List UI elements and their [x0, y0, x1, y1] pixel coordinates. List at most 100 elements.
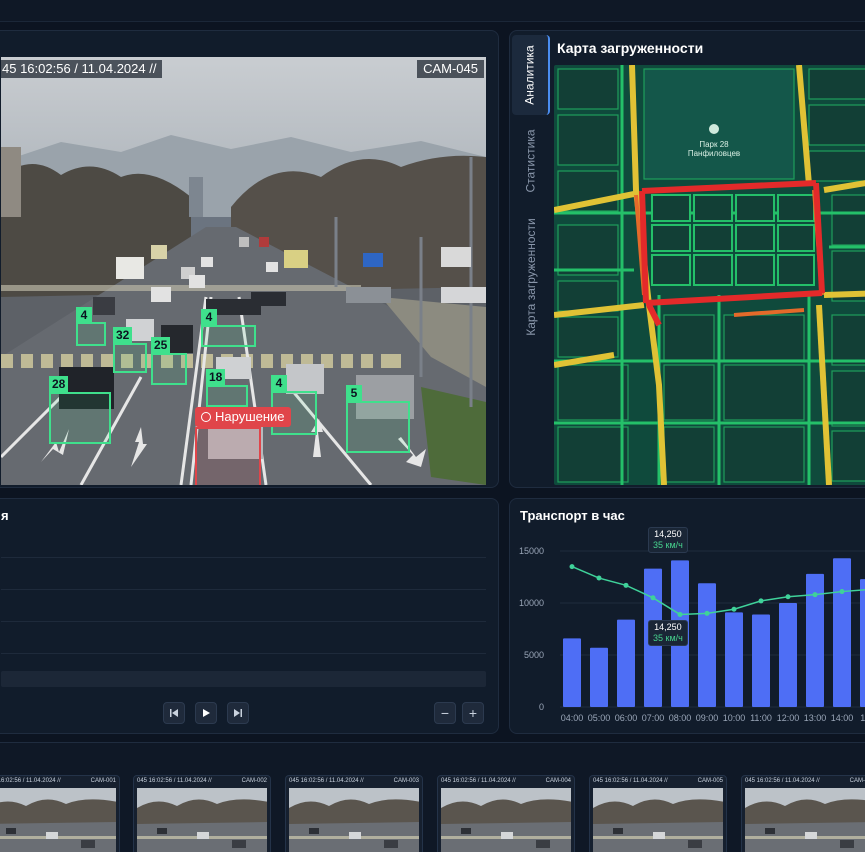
x-tick-label: 15:0	[860, 713, 865, 723]
detection-box[interactable]	[201, 325, 256, 347]
detection-box[interactable]	[76, 322, 106, 346]
tooltip-mid: 14,250 35 км/ч	[648, 620, 688, 646]
bar	[563, 638, 581, 707]
park-label-2: Панфиловцев	[688, 149, 740, 158]
detection-box[interactable]	[113, 343, 147, 373]
video-feed[interactable]: 45 16:02:56 / 11.04.2024 // CAM-045 4 32…	[1, 57, 486, 485]
camera-card-id: CAM-004	[545, 778, 571, 784]
skip-forward-icon	[234, 709, 242, 717]
tab-statistics[interactable]: Статистика	[512, 121, 550, 201]
camera-card-header: 045 16:02:56 / 11.04.2024 // CAM-006	[742, 776, 865, 787]
tab-analytics[interactable]: Аналитика	[512, 35, 550, 115]
camera-card-header: 045 16:02:56 / 11.04.2024 // CAM-002	[134, 776, 270, 787]
detection-id: 4	[271, 375, 287, 391]
video-timestamp: 45 16:02:56 / 11.04.2024 //	[1, 60, 163, 78]
camera-card-header: 045 16:02:56 / 11.04.2024 // CAM-003	[286, 776, 422, 787]
camera-thumbnail	[289, 788, 419, 852]
detection-id: 25	[151, 337, 171, 353]
play-icon	[203, 709, 210, 717]
detection-box[interactable]	[151, 353, 187, 385]
map-title: Карта загруженности	[557, 40, 704, 56]
camera-card[interactable]: 045 16:02:56 / 11.04.2024 // CAM-002CAM-0…	[133, 775, 271, 852]
x-tick-label: 06:00	[615, 713, 638, 723]
camera-card-stamp: 045 16:02:56 / 11.04.2024 //	[0, 778, 61, 784]
bar	[833, 558, 851, 707]
chart-panel: Транспорт в час 0 5000 10000 15000 04:00 05:0…	[509, 498, 865, 734]
camera-thumbnail	[441, 788, 571, 852]
camera-card-id: CAM-002	[241, 778, 267, 784]
bar	[752, 614, 770, 707]
x-tick-label: 04:00	[561, 713, 584, 723]
bar	[860, 579, 865, 707]
grid-line	[1, 621, 486, 622]
detection-id: 18	[206, 369, 226, 385]
y-tick-label: 0	[539, 702, 544, 712]
line-point	[596, 575, 602, 581]
detection-id: 28	[49, 376, 69, 392]
line-point	[623, 582, 629, 588]
violation-tag[interactable]: Нарушение	[195, 407, 291, 427]
x-tick-label: 07:00	[642, 713, 665, 723]
x-tick-label: 12:00	[777, 713, 800, 723]
camera-thumbnail	[593, 788, 723, 852]
x-tick-label: 10:00	[723, 713, 746, 723]
camera-thumbnail	[745, 788, 865, 852]
no-entry-icon	[201, 412, 211, 422]
camera-card-id: CAM-003	[393, 778, 419, 784]
bar	[779, 603, 797, 707]
tooltip-top: 14,250 35 км/ч	[648, 527, 688, 553]
timeline-scrubber[interactable]	[1, 671, 486, 687]
bar	[725, 612, 743, 707]
detection-id: 32	[113, 327, 133, 343]
tab-congestion-map[interactable]: Карта загруженности	[512, 207, 550, 347]
x-tick-label: 05:00	[588, 713, 611, 723]
video-panel: 45 16:02:56 / 11.04.2024 // CAM-045 4 32…	[0, 30, 499, 488]
detection-box[interactable]	[346, 401, 410, 453]
line-point	[569, 564, 575, 570]
camera-card-stamp: 045 16:02:56 / 11.04.2024 //	[441, 778, 516, 784]
line-point	[677, 611, 683, 617]
camera-card[interactable]: 045 16:02:56 / 11.04.2024 // CAM-001CAM-0…	[0, 775, 120, 852]
next-button[interactable]	[227, 702, 249, 724]
camera-card-id: CAM-005	[697, 778, 723, 784]
detection-box[interactable]	[49, 392, 111, 444]
prev-button[interactable]	[163, 702, 185, 724]
camera-card[interactable]: 045 16:02:56 / 11.04.2024 // CAM-006CAM-0…	[741, 775, 865, 852]
camera-card[interactable]: 045 16:02:56 / 11.04.2024 // CAM-005CAM-0…	[589, 775, 727, 852]
grid-line	[1, 557, 486, 558]
camera-card[interactable]: 045 16:02:56 / 11.04.2024 // CAM-003CAM-0…	[285, 775, 423, 852]
x-tick-label: 11:00	[750, 713, 772, 723]
map-canvas: Парк 28 Панфиловцев	[554, 65, 865, 485]
violation-box[interactable]	[195, 427, 261, 485]
camera-card-header: 045 16:02:56 / 11.04.2024 // CAM-001	[0, 776, 119, 787]
camera-card-stamp: 045 16:02:56 / 11.04.2024 //	[137, 778, 212, 784]
line-point	[758, 598, 764, 604]
top-bar	[0, 0, 865, 22]
camera-card-header: 045 16:02:56 / 11.04.2024 // CAM-005	[590, 776, 726, 787]
camera-card-stamp: 045 16:02:56 / 11.04.2024 //	[593, 778, 668, 784]
detection-box[interactable]	[206, 385, 248, 407]
line-point	[650, 595, 656, 601]
x-tick-label: 09:00	[696, 713, 719, 723]
x-tick-label: 14:00	[831, 713, 854, 723]
camera-card[interactable]: 045 16:02:56 / 11.04.2024 // CAM-004CAM-0…	[437, 775, 575, 852]
play-button[interactable]	[195, 702, 217, 724]
camera-card-stamp: 045 16:02:56 / 11.04.2024 //	[289, 778, 364, 784]
park-label-1: Парк 28	[699, 140, 729, 149]
camera-id-badge: CAM-045	[417, 60, 484, 78]
line-point	[812, 592, 818, 598]
x-tick-label: 13:00	[804, 713, 827, 723]
bar	[698, 583, 716, 707]
zoom-in-button[interactable]: +	[462, 702, 484, 724]
camera-thumbnail	[137, 788, 267, 852]
y-tick-label: 5000	[524, 650, 544, 660]
zoom-out-button[interactable]: −	[434, 702, 456, 724]
camera-card-id: CAM-006	[849, 778, 865, 784]
playback-panel: я − +	[0, 498, 499, 734]
line-point	[785, 594, 791, 600]
detection-id: 5	[346, 385, 362, 401]
grid-line	[1, 653, 486, 654]
detection-id: 4	[76, 307, 92, 323]
congestion-map[interactable]: Парк 28 Панфиловцев	[554, 65, 865, 485]
skip-back-icon	[170, 709, 178, 717]
